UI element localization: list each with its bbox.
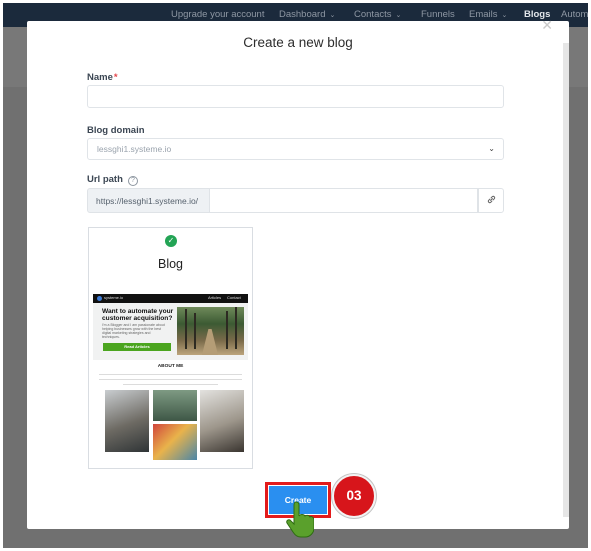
blog-domain-label: Blog domain	[87, 125, 145, 136]
palm-shape	[194, 313, 196, 349]
template-preview: systeme.io Articles Contact Want to auto…	[93, 294, 248, 468]
preview-hero-image	[177, 307, 244, 355]
pointer-hand-icon	[286, 501, 314, 538]
template-title: Blog	[157, 257, 184, 271]
url-path-group: https://lessghi1.systeme.io/	[87, 188, 504, 213]
create-blog-modal: ✕ Create a new blog Name* Blog domain le…	[27, 17, 569, 529]
check-icon: ✓	[165, 235, 177, 247]
name-label: Name*	[87, 72, 118, 83]
step-number-badge: 03	[332, 474, 376, 518]
nav-emails[interactable]: Emails ⌄	[469, 9, 507, 20]
preview-hero-button: Read Articles	[103, 343, 171, 351]
blog-template-card[interactable]: ✓ Blog systeme.io Articles Contact Want …	[88, 227, 253, 469]
preview-text-line	[123, 384, 218, 385]
preview-hero: Want to automate your customer acquisiti…	[93, 303, 248, 360]
preview-text-line	[99, 379, 242, 380]
preview-nav-link: Contact	[227, 295, 241, 300]
nav-funnels[interactable]: Funnels	[421, 9, 455, 20]
logo-icon	[97, 296, 102, 301]
preview-hero-text: I'm a Blogger and I am passionate about …	[102, 323, 165, 339]
modal-title: Create a new blog	[243, 35, 353, 50]
blog-domain-value: lessghi1.systeme.io	[97, 144, 172, 154]
close-icon[interactable]: ✕	[541, 17, 553, 34]
url-path-label: Url path?	[87, 174, 138, 186]
blog-domain-select[interactable]: lessghi1.systeme.io ⌄	[87, 138, 504, 160]
name-input[interactable]	[87, 85, 504, 108]
preview-photo	[153, 390, 197, 421]
nav-automation[interactable]: Autom	[561, 9, 588, 20]
preview-nav: systeme.io Articles Contact	[93, 294, 248, 303]
road-shape	[202, 329, 218, 355]
preview-photo	[105, 390, 149, 452]
help-icon[interactable]: ?	[127, 176, 138, 186]
chevron-down-icon: ⌄	[395, 12, 402, 19]
preview-photo	[200, 390, 244, 452]
url-path-input[interactable]	[210, 188, 478, 213]
chevron-down-icon: ⌄	[329, 12, 336, 19]
preview-photo	[153, 424, 197, 460]
palm-shape	[226, 311, 228, 349]
url-path-prefix: https://lessghi1.systeme.io/	[87, 188, 210, 213]
preview-nav-link: Articles	[208, 295, 222, 300]
required-mark: *	[113, 72, 118, 83]
preview-hero-heading: Want to automate your customer acquisiti…	[102, 308, 174, 322]
palm-shape	[235, 307, 237, 349]
palm-shape	[185, 309, 187, 349]
preview-logo-text: systeme.io	[104, 295, 124, 300]
modal-scrollbar[interactable]	[563, 43, 569, 517]
nav-contacts[interactable]: Contacts ⌄	[354, 9, 401, 20]
chevron-down-icon: ⌄	[501, 12, 508, 19]
preview-text-line	[99, 374, 242, 375]
link-icon[interactable]	[478, 188, 504, 213]
nav-dashboard[interactable]: Dashboard ⌄	[279, 9, 335, 20]
preview-about-heading: ABOUT ME	[157, 364, 184, 369]
nav-upgrade[interactable]: Upgrade your account	[171, 9, 264, 20]
screenshot-frame: Upgrade your account Dashboard ⌄ Contacts…	[3, 3, 588, 548]
chevron-down-icon: ⌄	[488, 144, 495, 153]
